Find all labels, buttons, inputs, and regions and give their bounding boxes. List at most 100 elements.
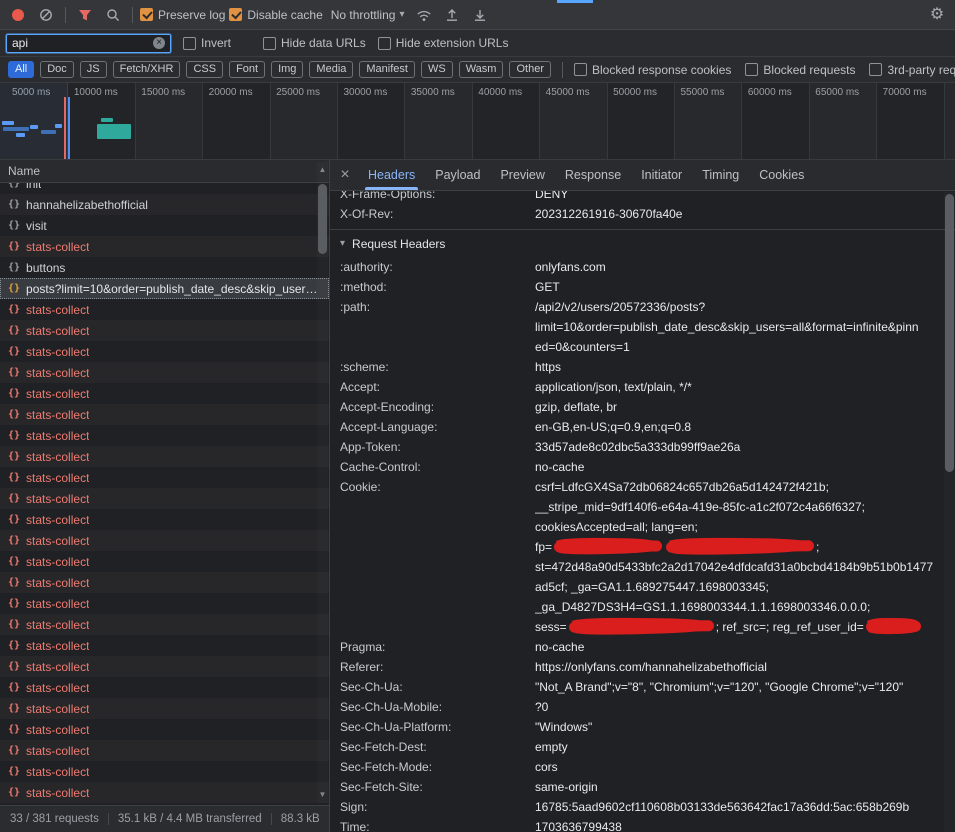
file-icon: {} xyxy=(8,367,20,378)
request-row[interactable]: {}stats-collect xyxy=(0,446,329,467)
tab-response[interactable]: Response xyxy=(555,160,631,190)
request-row[interactable]: {}stats-collect xyxy=(0,551,329,572)
request-row[interactable]: {}stats-collect xyxy=(0,320,329,341)
status-bar: 33 / 381 requests 35.1 kB / 4.4 MB trans… xyxy=(0,805,329,832)
type-filter-js[interactable]: JS xyxy=(80,61,107,78)
import-har-button[interactable] xyxy=(440,3,464,27)
disable-cache-checkbox[interactable]: Disable cache xyxy=(229,8,322,22)
request-name: stats-collect xyxy=(26,786,89,800)
network-conditions-button[interactable] xyxy=(412,3,436,27)
request-row[interactable]: {}stats-collect xyxy=(0,299,329,320)
request-row[interactable]: {}stats-collect xyxy=(0,383,329,404)
throttling-select[interactable]: No throttling ▾ xyxy=(327,8,409,22)
settings-button[interactable]: ⚙ xyxy=(925,3,949,27)
request-row[interactable]: {}stats-collect xyxy=(0,740,329,761)
request-row[interactable]: {}stats-collect xyxy=(0,467,329,488)
tab-initiator[interactable]: Initiator xyxy=(631,160,692,190)
header-row: :scheme:https xyxy=(340,357,955,377)
request-row[interactable]: {}stats-collect xyxy=(0,404,329,425)
requests-scrollbar[interactable]: ▲ ▼ xyxy=(317,162,328,803)
invert-checkbox[interactable]: Invert xyxy=(183,36,231,50)
scroll-down-icon[interactable]: ▼ xyxy=(317,789,328,801)
name-column-header[interactable]: Name xyxy=(0,160,329,183)
request-row[interactable]: {}stats-collect xyxy=(0,614,329,635)
scroll-up-icon[interactable]: ▲ xyxy=(317,164,328,176)
request-headers-section[interactable]: ▾ Request Headers xyxy=(340,230,955,257)
export-har-button[interactable] xyxy=(468,3,492,27)
redaction-scribble xyxy=(866,621,921,633)
overview-strip[interactable]: 5000 ms10000 ms15000 ms20000 ms25000 ms3… xyxy=(0,83,955,160)
type-filter-wasm[interactable]: Wasm xyxy=(459,61,504,78)
3rd-party-requests-checkbox[interactable]: 3rd-party requests xyxy=(869,63,955,77)
request-name: buttons xyxy=(26,261,65,275)
tab-cookies[interactable]: Cookies xyxy=(749,160,814,190)
request-row[interactable]: {}stats-collect xyxy=(0,572,329,593)
request-row[interactable]: {}posts?limit=10&order=publish_date_desc… xyxy=(0,278,329,299)
hide-extension-urls-checkbox[interactable]: Hide extension URLs xyxy=(378,36,509,50)
request-row[interactable]: {}stats-collect xyxy=(0,719,329,740)
close-button[interactable]: × xyxy=(332,160,358,190)
tab-headers[interactable]: Headers xyxy=(358,160,425,190)
request-name: stats-collect xyxy=(26,681,89,695)
details-scrollbar[interactable] xyxy=(944,192,955,832)
type-filter-doc[interactable]: Doc xyxy=(40,61,74,78)
overview-tick-label: 20000 ms xyxy=(209,87,253,98)
header-value-line: cors xyxy=(535,757,941,777)
blocked-response-cookies-checkbox[interactable]: Blocked response cookies xyxy=(574,63,731,77)
overview-tick-label: 55000 ms xyxy=(680,87,724,98)
request-row[interactable]: {}stats-collect xyxy=(0,635,329,656)
tab-payload[interactable]: Payload xyxy=(425,160,490,190)
clear-button[interactable] xyxy=(34,3,58,27)
request-name: posts?limit=10&order=publish_date_desc&s… xyxy=(26,282,318,296)
type-filter-css[interactable]: CSS xyxy=(186,61,223,78)
filter-input[interactable]: api × xyxy=(6,34,171,53)
clear-filter-icon[interactable]: × xyxy=(153,37,165,49)
header-value-line: gzip, deflate, br xyxy=(535,397,941,417)
record-button[interactable] xyxy=(6,3,30,27)
type-filter-manifest[interactable]: Manifest xyxy=(359,61,415,78)
details-scrollbar-thumb[interactable] xyxy=(945,194,954,472)
type-filter-other[interactable]: Other xyxy=(509,61,551,78)
requests-scrollbar-thumb[interactable] xyxy=(318,184,327,254)
request-row[interactable]: {}stats-collect xyxy=(0,488,329,509)
requests-panel: Name {}init{}hannahelizabethofficial{}vi… xyxy=(0,160,330,832)
type-filter-all[interactable]: All xyxy=(8,61,34,78)
request-row[interactable]: {}stats-collect xyxy=(0,236,329,257)
request-name: stats-collect xyxy=(26,555,89,569)
toolbar-separator xyxy=(132,7,133,23)
type-filter-img[interactable]: Img xyxy=(271,61,303,78)
request-row[interactable]: {}stats-collect xyxy=(0,530,329,551)
overview-activity-bar xyxy=(2,121,14,125)
request-row[interactable]: {}stats-collect xyxy=(0,362,329,383)
blocked-requests-checkbox[interactable]: Blocked requests xyxy=(745,63,855,77)
tab-preview[interactable]: Preview xyxy=(490,160,554,190)
filter-toggle-button[interactable] xyxy=(73,3,97,27)
tab-timing[interactable]: Timing xyxy=(692,160,749,190)
request-row[interactable]: {}stats-collect xyxy=(0,341,329,362)
request-row[interactable]: {}stats-collect xyxy=(0,677,329,698)
hide-data-urls-checkbox[interactable]: Hide data URLs xyxy=(263,36,366,50)
request-row[interactable]: {}stats-collect xyxy=(0,593,329,614)
request-row[interactable]: {}stats-collect xyxy=(0,425,329,446)
redaction-scribble xyxy=(554,540,662,552)
network-toolbar: Preserve log Disable cache No throttling… xyxy=(0,0,955,30)
header-value-line: cookiesAccepted=all; lang=en; xyxy=(535,517,941,537)
type-filter-font[interactable]: Font xyxy=(229,61,265,78)
request-row[interactable]: {}buttons xyxy=(0,257,329,278)
request-row[interactable]: {}stats-collect xyxy=(0,698,329,719)
request-row[interactable]: {}stats-collect xyxy=(0,509,329,530)
request-row[interactable]: {}visit xyxy=(0,215,329,236)
preserve-log-checkbox[interactable]: Preserve log xyxy=(140,8,225,22)
search-icon xyxy=(106,8,120,22)
type-filter-fetch-xhr[interactable]: Fetch/XHR xyxy=(113,61,181,78)
search-button[interactable] xyxy=(101,3,125,27)
request-row[interactable]: {}stats-collect xyxy=(0,656,329,677)
type-filter-ws[interactable]: WS xyxy=(421,61,453,78)
request-row[interactable]: {}stats-collect xyxy=(0,761,329,782)
request-row[interactable]: {}stats-collect xyxy=(0,782,329,803)
request-row[interactable]: {}init xyxy=(0,183,329,194)
header-value-line: ?0 xyxy=(535,697,941,717)
request-row[interactable]: {}stats-collect xyxy=(0,803,329,805)
request-row[interactable]: {}hannahelizabethofficial xyxy=(0,194,329,215)
type-filter-media[interactable]: Media xyxy=(309,61,353,78)
